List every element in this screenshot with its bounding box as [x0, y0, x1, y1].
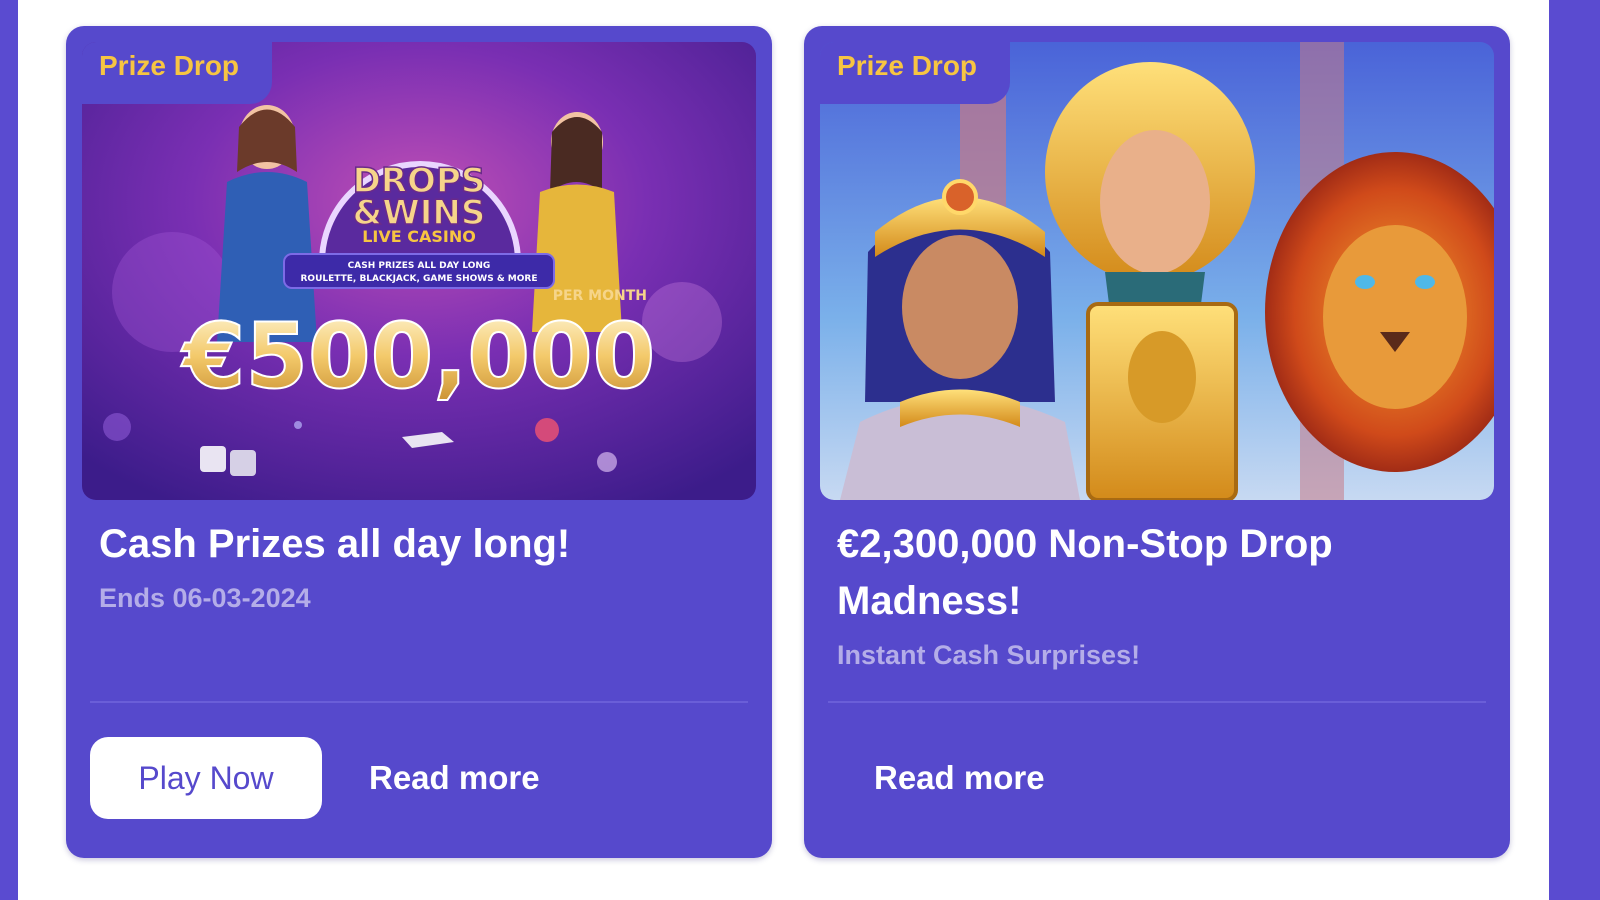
- promo-title: Cash Prizes all day long!: [99, 522, 571, 566]
- play-now-button[interactable]: Play Now: [90, 737, 322, 819]
- card-divider: [90, 701, 748, 703]
- card-divider: [828, 701, 1486, 703]
- read-more-link[interactable]: Read more: [369, 737, 540, 819]
- prize-amount-text: €500,000: [181, 304, 656, 409]
- per-month-text: PER MONTH: [553, 288, 647, 304]
- prize-drop-tag: Prize Drop: [820, 42, 1011, 104]
- promo-end-date: Ends 06-03-2024: [99, 583, 311, 613]
- read-more-link[interactable]: Read more: [874, 737, 1045, 819]
- promo-image-non-stop-drop[interactable]: [820, 42, 1494, 500]
- banner-line2-text: ROULETTE, BLACKJACK, GAME SHOWS & MORE: [300, 274, 537, 284]
- promo-image-drops-and-wins[interactable]: DROPS &WINS LIVE CASINO CASH PRIZES ALL …: [82, 42, 756, 500]
- promo-card-drops-and-wins: Prize Drop DROPS &WINS LIVE CASINO CASH …: [66, 26, 772, 858]
- promo-card-non-stop-drop: Prize Drop €2,300,000 Non-Stop Drop Madn…: [804, 26, 1510, 858]
- prize-drop-tag: Prize Drop: [82, 42, 273, 104]
- promo-subtitle: Instant Cash Surprises!: [837, 640, 1141, 670]
- banner-line1-text: CASH PRIZES ALL DAY LONG: [348, 261, 491, 271]
- logo-live-casino-text: LIVE CASINO: [362, 227, 476, 246]
- promo-title: €2,300,000 Non-Stop Drop Madness!: [837, 522, 1333, 623]
